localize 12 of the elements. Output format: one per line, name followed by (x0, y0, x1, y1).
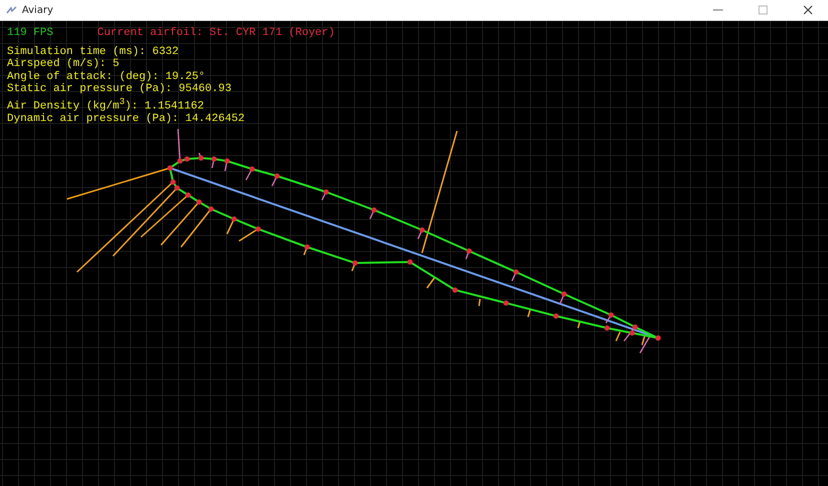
readout-text: Static air pressure (Pa): 95460.93 (7, 83, 232, 96)
readout-text: Air Density (kg/m$^{3}$): 1.1541162 (7, 96, 204, 113)
window-title: Aviary (22, 4, 54, 16)
maximize-icon (758, 5, 768, 15)
readout-text: Airspeed (m/s): 5 (7, 58, 120, 70)
close-icon (803, 5, 813, 15)
fps-counter: 119 FPS (7, 27, 54, 40)
app-icon (6, 6, 17, 14)
readout-text: Dynamic air pressure (Pa): 14.426452 (7, 112, 245, 126)
readout-text: Simulation time (ms): 6332 (7, 46, 179, 58)
readout-text: Angle of attack: (deg): 19.25° (7, 70, 206, 83)
current-airfoil-label: Current airfoil: St. CYR 171 (Royer) (97, 27, 335, 40)
